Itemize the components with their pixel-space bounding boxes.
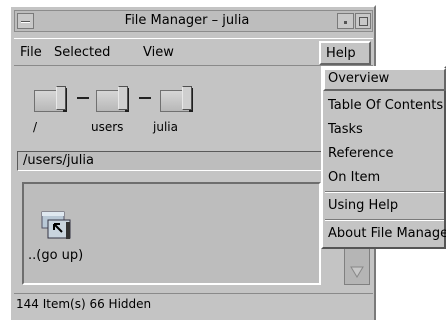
window-menu-button[interactable] bbox=[17, 13, 34, 29]
minimize-icon bbox=[344, 21, 347, 24]
folder-up-icon[interactable] bbox=[40, 210, 74, 244]
menu-selected-label: Selected bbox=[54, 45, 111, 60]
help-menu-item-label: Using Help bbox=[328, 198, 399, 213]
help-dropdown-menu: Overview Table Of Contents Tasks Referen… bbox=[321, 66, 446, 249]
minimize-button[interactable] bbox=[337, 13, 354, 29]
maximize-icon bbox=[359, 17, 368, 26]
path-separator bbox=[77, 97, 89, 99]
help-menu-separator bbox=[325, 219, 444, 221]
scroll-down-arrow-icon[interactable] bbox=[350, 265, 364, 282]
help-menu-item-label: Tasks bbox=[328, 122, 363, 137]
path-input-value: /users/julia bbox=[23, 153, 94, 168]
title-bar[interactable]: File Manager – julia bbox=[14, 10, 373, 32]
maximize-button[interactable] bbox=[355, 13, 371, 29]
status-bar: 144 Item(s) 66 Hidden bbox=[14, 293, 373, 313]
help-menu-separator bbox=[325, 191, 444, 193]
help-menu-item-using-help[interactable]: Using Help bbox=[323, 195, 446, 218]
help-menu-item-label: About File Manager bbox=[328, 226, 446, 241]
help-menu-item-table-of-contents[interactable]: Table Of Contents bbox=[323, 95, 446, 118]
menu-bar: File Selected View Help bbox=[14, 38, 373, 66]
file-list-pane[interactable]: ..(go up) bbox=[22, 182, 321, 285]
menu-selected[interactable]: Selected bbox=[54, 45, 110, 60]
path-separator bbox=[139, 97, 151, 99]
path-root-folder-icon[interactable] bbox=[34, 86, 68, 112]
path-julia-folder-icon[interactable] bbox=[160, 86, 194, 112]
help-menu-item-about[interactable]: About File Manager bbox=[323, 223, 446, 246]
help-menu-item-label: Overview bbox=[328, 71, 390, 86]
menu-view-label: View bbox=[143, 45, 174, 60]
help-menu-item-overview[interactable]: Overview bbox=[323, 68, 446, 91]
menu-help[interactable]: Help bbox=[319, 41, 371, 65]
path-input[interactable]: /users/julia bbox=[17, 151, 323, 171]
menu-file[interactable]: File bbox=[20, 45, 42, 60]
path-root-label[interactable]: / bbox=[33, 120, 37, 134]
window-menu-icon bbox=[21, 21, 30, 23]
help-menu-item-tasks[interactable]: Tasks bbox=[323, 119, 446, 142]
help-menu-item-label: Table Of Contents bbox=[328, 98, 444, 113]
help-menu-item-label: Reference bbox=[328, 146, 394, 161]
path-users-folder-icon[interactable] bbox=[96, 86, 130, 112]
help-menu-item-reference[interactable]: Reference bbox=[323, 143, 446, 166]
window-title: File Manager – julia bbox=[124, 13, 250, 28]
help-menu-item-on-item[interactable]: On Item bbox=[323, 167, 446, 190]
menu-file-label: File bbox=[20, 45, 42, 60]
help-menu-item-label: On Item bbox=[328, 170, 381, 185]
path-julia-label[interactable]: julia bbox=[153, 120, 178, 134]
menu-view[interactable]: View bbox=[143, 45, 174, 60]
status-text: 144 Item(s) 66 Hidden bbox=[16, 297, 152, 311]
file-item-label[interactable]: ..(go up) bbox=[28, 248, 83, 263]
menu-help-label: Help bbox=[326, 46, 356, 61]
path-users-label[interactable]: users bbox=[91, 120, 123, 134]
